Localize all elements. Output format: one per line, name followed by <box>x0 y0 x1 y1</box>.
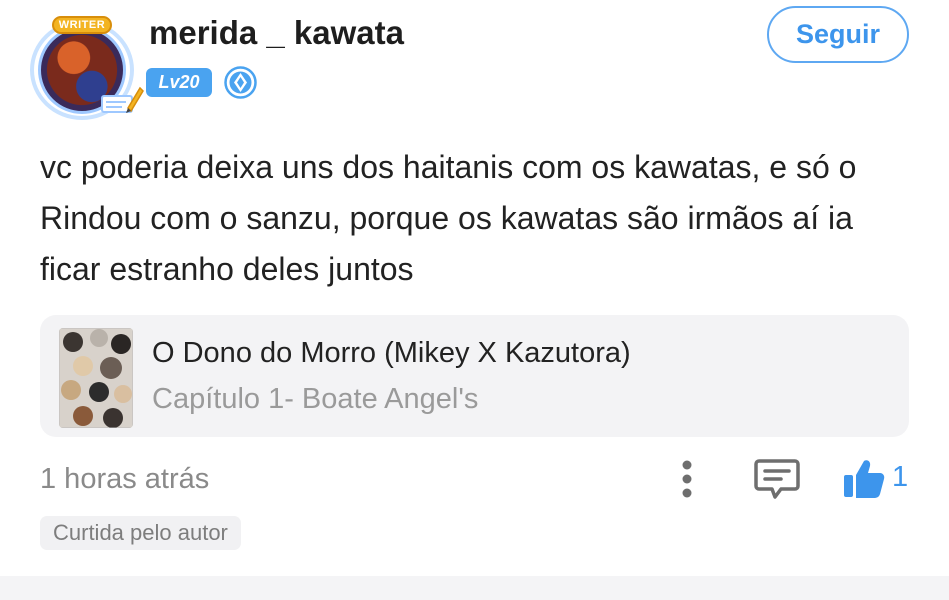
writer-badge: WRITER <box>52 16 112 34</box>
story-chapter: Capítulo 1- Boate Angel's <box>152 383 479 415</box>
comment-icon[interactable] <box>754 457 800 501</box>
comment-page: WRITER merida _ kawata Lv20 Seguir vc po… <box>0 0 949 600</box>
story-card[interactable]: O Dono do Morro (Mikey X Kazutora) Capít… <box>40 315 909 437</box>
liked-by-author-badge: Curtida pelo autor <box>40 516 241 550</box>
story-cover-image <box>59 328 133 428</box>
story-cover-art <box>59 328 133 428</box>
pen-icon <box>101 86 144 113</box>
more-vertical-icon[interactable] <box>670 458 704 500</box>
verified-icon <box>224 66 257 99</box>
comment-text: vc poderia deixa uns dos haitanis com os… <box>40 149 857 287</box>
author-avatar[interactable]: WRITER <box>30 14 144 120</box>
story-title: O Dono do Morro (Mikey X Kazutora) <box>152 337 631 369</box>
comment-timestamp: 1 horas atrás <box>40 463 210 495</box>
thumbs-up-icon <box>844 460 885 498</box>
author-username[interactable]: merida _ kawata <box>149 14 404 52</box>
follow-button[interactable]: Seguir <box>767 6 909 63</box>
level-badge: Lv20 <box>146 68 212 97</box>
section-divider <box>0 576 949 600</box>
like-count: 1 <box>892 461 909 493</box>
like-button[interactable]: 1 <box>842 455 922 503</box>
